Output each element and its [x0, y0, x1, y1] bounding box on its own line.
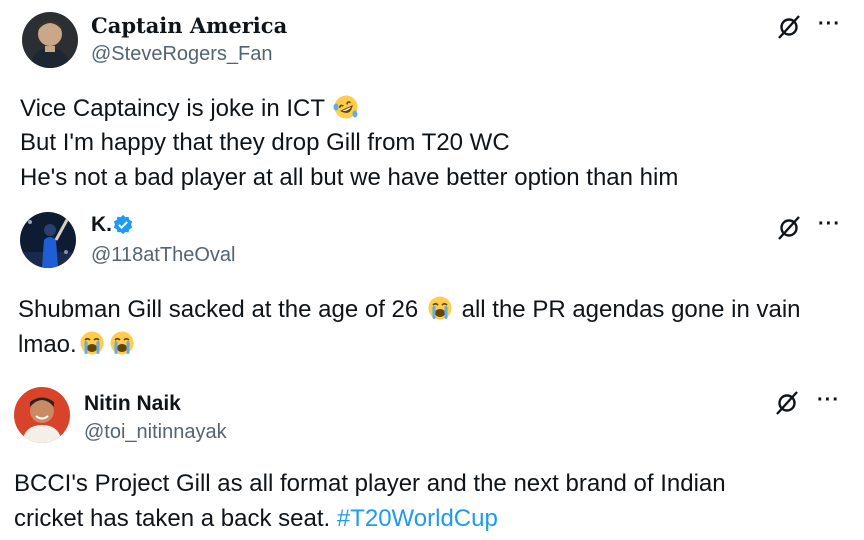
grok-icon[interactable]: [776, 215, 802, 241]
display-name[interactable]: Nitin Naik: [84, 392, 181, 416]
tweet-3: Nitin Naik @toi_nitinnayak ··· BCCI's Pr…: [0, 365, 864, 540]
avatar[interactable]: [14, 387, 70, 443]
avatar[interactable]: [22, 12, 78, 68]
avatar[interactable]: [20, 212, 76, 268]
tweet-text: Vice Captaincy is joke in ICT: [20, 95, 325, 122]
grok-icon[interactable]: [774, 390, 800, 416]
tweet-text: all the PR agendas gone in vain: [461, 296, 801, 323]
tweet-1: Captain America @SteveRogers_Fan ··· Vic…: [0, 0, 864, 200]
hashtag-link[interactable]: #T20WorldCup: [337, 505, 498, 532]
tweet-text-line-2: lmao.: [18, 330, 137, 360]
user-handle[interactable]: @SteveRogers_Fan: [91, 43, 273, 66]
tweet-text: Shubman Gill sacked at the age of 26: [18, 296, 419, 323]
display-name[interactable]: Captain America: [91, 13, 287, 38]
loudly-crying-emoji: [110, 331, 134, 355]
grok-icon[interactable]: [776, 14, 802, 40]
display-name[interactable]: K.: [91, 213, 112, 237]
tweet-text-line-1: BCCI's Project Gill as all format player…: [14, 470, 726, 497]
tweet-text-line-1: Vice Captaincy is joke in ICT: [20, 94, 361, 124]
tweet-text-line-1: Shubman Gill sacked at the age of 26 all…: [18, 295, 801, 325]
loudly-crying-emoji: [80, 331, 104, 355]
more-icon[interactable]: ···: [818, 14, 841, 34]
rofl-emoji: [333, 95, 358, 119]
more-icon[interactable]: ···: [817, 390, 840, 410]
user-handle[interactable]: @118atTheOval: [91, 244, 235, 267]
user-handle[interactable]: @toi_nitinnayak: [84, 421, 227, 444]
tweet-text-line-2: cricket has taken a back seat. #T20World…: [14, 505, 498, 534]
tweet-text-line-3: He's not a bad player at all but we have…: [20, 164, 679, 191]
tweet-text: cricket has taken a back seat.: [14, 505, 331, 532]
tweet-text-line-2: But I'm happy that they drop Gill from T…: [20, 129, 510, 156]
tweet-text: lmao.: [18, 331, 77, 358]
verified-badge-icon: [113, 214, 133, 235]
tweet-2: K. @118atTheOval ··· Shubman Gill sacked…: [0, 200, 864, 365]
more-icon[interactable]: ···: [818, 214, 841, 234]
loudly-crying-emoji: [428, 296, 452, 320]
